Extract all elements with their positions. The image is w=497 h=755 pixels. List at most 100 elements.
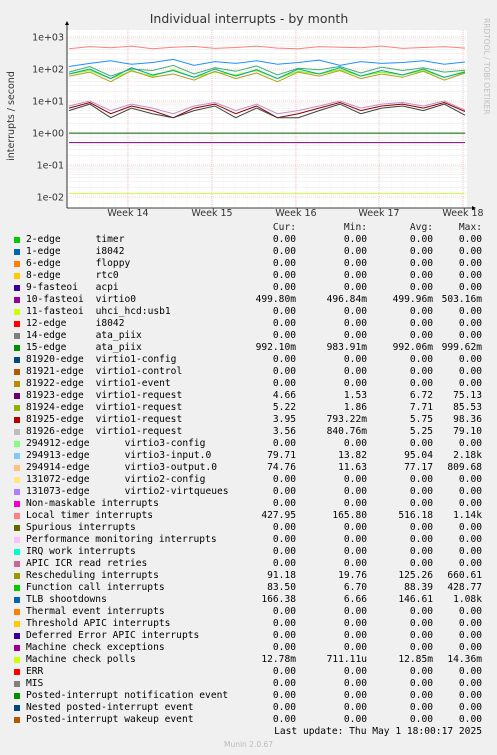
legend-max: 0.00 — [458, 474, 482, 485]
legend-row: Nested posted-interrupt event 0.00 0.00 0.0… — [12, 702, 494, 714]
legend-min: 0.00 — [343, 330, 367, 341]
legend-cur: 0.00 — [272, 378, 296, 389]
legend-irq: 15-edge — [26, 342, 67, 353]
legend-swatch — [14, 525, 20, 531]
legend-device: uhci_hcd:usb1 — [95, 306, 171, 317]
legend-device: virtio1-request — [95, 426, 183, 437]
legend-row: 131072-edge virtio2-config 0.00 0.00 0.00 0.0… — [12, 474, 494, 486]
legend-row: Thermal event interrupts 0.00 0.00 0.00 0.00 — [12, 606, 494, 618]
legend-row: Threshold APIC interrupts 0.00 0.00 0.00 0.0… — [12, 618, 494, 630]
legend-device: timer — [95, 234, 125, 245]
footer-version: Munin 2.0.67 — [223, 740, 274, 749]
legend-cur: 427.95 — [261, 510, 296, 521]
legend-device: i8042 — [95, 246, 125, 257]
legend-irq: Posted-interrupt wakeup event — [26, 714, 194, 725]
legend-row: Spurious interrupts 0.00 0.00 0.00 0.00 — [12, 522, 494, 534]
legend-row: Non-maskable interrupts 0.00 0.00 0.00 0.00 — [12, 498, 494, 510]
legend-min: 793.22m — [326, 414, 367, 425]
legend-irq: 9-fasteoi — [26, 282, 78, 293]
legend-cur: 0.00 — [272, 366, 296, 377]
legend-irq: Machine check polls — [26, 654, 136, 665]
legend-row: 81926-edge virtio1-request 3.56 840.76m 5.25… — [12, 426, 494, 438]
legend-irq: 11-fasteoi — [26, 306, 84, 317]
legend-swatch — [14, 645, 20, 651]
legend-max: 0.00 — [458, 546, 482, 557]
legend-header: Cur: Min: Avg: Max: — [12, 222, 494, 234]
header-cur: Cur: — [272, 222, 296, 233]
legend-max: 0.00 — [458, 558, 482, 569]
legend-max: 0.00 — [458, 498, 482, 509]
legend-min: 0.00 — [343, 282, 367, 293]
legend-row: 81920-edge virtio1-config 0.00 0.00 0.00 0.00 — [12, 354, 494, 366]
legend-irq: 1-edge — [26, 246, 61, 257]
legend-device: virtio3-input.0 — [124, 450, 212, 461]
legend-irq: Local timer interrupts — [26, 510, 154, 521]
legend-max: 0.00 — [458, 282, 482, 293]
legend-irq: 81923-edge — [26, 390, 84, 401]
legend-cur: 91.18 — [267, 570, 296, 581]
legend-irq: Rescheduling interrupts — [26, 570, 159, 581]
legend-row: 81922-edge virtio1-event 0.00 0.00 0.00 0.00 — [12, 378, 494, 390]
legend-irq: Deferred Error APIC interrupts — [26, 630, 200, 641]
legend-row: 12-edge i8042 0.00 0.00 0.00 0.00 — [12, 318, 494, 330]
legend-swatch — [14, 309, 20, 315]
legend-row: 294914-edge virtio3-output.0 74.76 11.63 77.… — [12, 462, 494, 474]
legend-swatch — [14, 321, 20, 327]
legend-irq: Thermal event interrupts — [26, 606, 165, 617]
legend-min: 13.82 — [338, 450, 367, 461]
legend-row: Performance monitoring interrupts 0.00 0.0… — [12, 534, 494, 546]
legend-rows: 2-edge timer 0.00 0.00 0.00 0.00 1-edge i8042 0.… — [12, 234, 494, 726]
legend-max: 1.14k — [453, 510, 482, 521]
legend-min: 0.00 — [343, 246, 367, 257]
legend-irq: 81922-edge — [26, 378, 84, 389]
legend-min: 0.00 — [343, 474, 367, 485]
legend-row: Local timer interrupts 427.95 165.80 516.18… — [12, 510, 494, 522]
legend-device: ata_piix — [95, 330, 142, 341]
legend-min: 0.00 — [343, 270, 367, 281]
legend-swatch — [14, 537, 20, 543]
legend-row: 81924-edge virtio1-request 5.22 1.86 7.71 85.… — [12, 402, 494, 414]
legend-max: 660.61 — [447, 570, 482, 581]
last-update: Last update: Thu May 1 18:00:17 2025 — [274, 726, 482, 737]
legend-row: 2-edge timer 0.00 0.00 0.00 0.00 — [12, 234, 494, 246]
legend-max: 0.00 — [458, 378, 482, 389]
legend-irq: 294913-edge — [26, 450, 90, 461]
legend-irq: 6-edge — [26, 258, 61, 269]
legend-swatch — [14, 405, 20, 411]
legend-irq: 294914-edge — [26, 462, 90, 473]
legend-irq: Nested posted-interrupt event — [26, 702, 194, 713]
legend-row: Deferred Error APIC interrupts 0.00 0.00 0.… — [12, 630, 494, 642]
legend-device: ata_piix — [95, 342, 142, 353]
legend-max: 98.36 — [453, 414, 482, 425]
legend-cur: 0.00 — [272, 606, 296, 617]
legend-cur: 3.95 — [272, 414, 296, 425]
legend-min: 0.00 — [343, 558, 367, 569]
legend-cur: 0.00 — [272, 522, 296, 533]
legend-min: 0.00 — [343, 318, 367, 329]
legend-cur: 166.38 — [261, 594, 296, 605]
legend-max: 0.00 — [458, 606, 482, 617]
legend-row: 8-edge rtc0 0.00 0.00 0.00 0.00 — [12, 270, 494, 282]
legend-max: 503.16m — [441, 294, 482, 305]
legend-row: 15-edge ata_piix 992.10m 983.91m 992.06m 999.… — [12, 342, 494, 354]
y-tick-label: 1e-01 — [37, 161, 64, 172]
legend-device: acpi — [95, 282, 119, 293]
legend-device: virtio2-config — [124, 474, 206, 485]
legend-swatch — [14, 609, 20, 615]
legend-min: 0.00 — [343, 438, 367, 449]
legend-device: virtio2-virtqueues — [124, 486, 229, 497]
legend-swatch — [14, 669, 20, 675]
legend-cur: 0.00 — [272, 270, 296, 281]
legend-irq: Performance monitoring interrupts — [26, 534, 217, 545]
legend-min: 1.86 — [343, 402, 367, 413]
legend-row: MIS 0.00 0.00 0.00 0.00 — [12, 678, 494, 690]
legend-device: virtio1-config — [95, 354, 177, 365]
legend-min: 0.00 — [343, 354, 367, 365]
legend-cur: 0.00 — [272, 618, 296, 629]
legend-min: 0.00 — [343, 678, 367, 689]
legend-max: 75.13 — [453, 390, 482, 401]
legend-cur: 0.00 — [272, 258, 296, 269]
legend-device: virtio1-request — [95, 390, 183, 401]
legend-min: 0.00 — [343, 234, 367, 245]
legend-device: floppy — [95, 258, 131, 269]
